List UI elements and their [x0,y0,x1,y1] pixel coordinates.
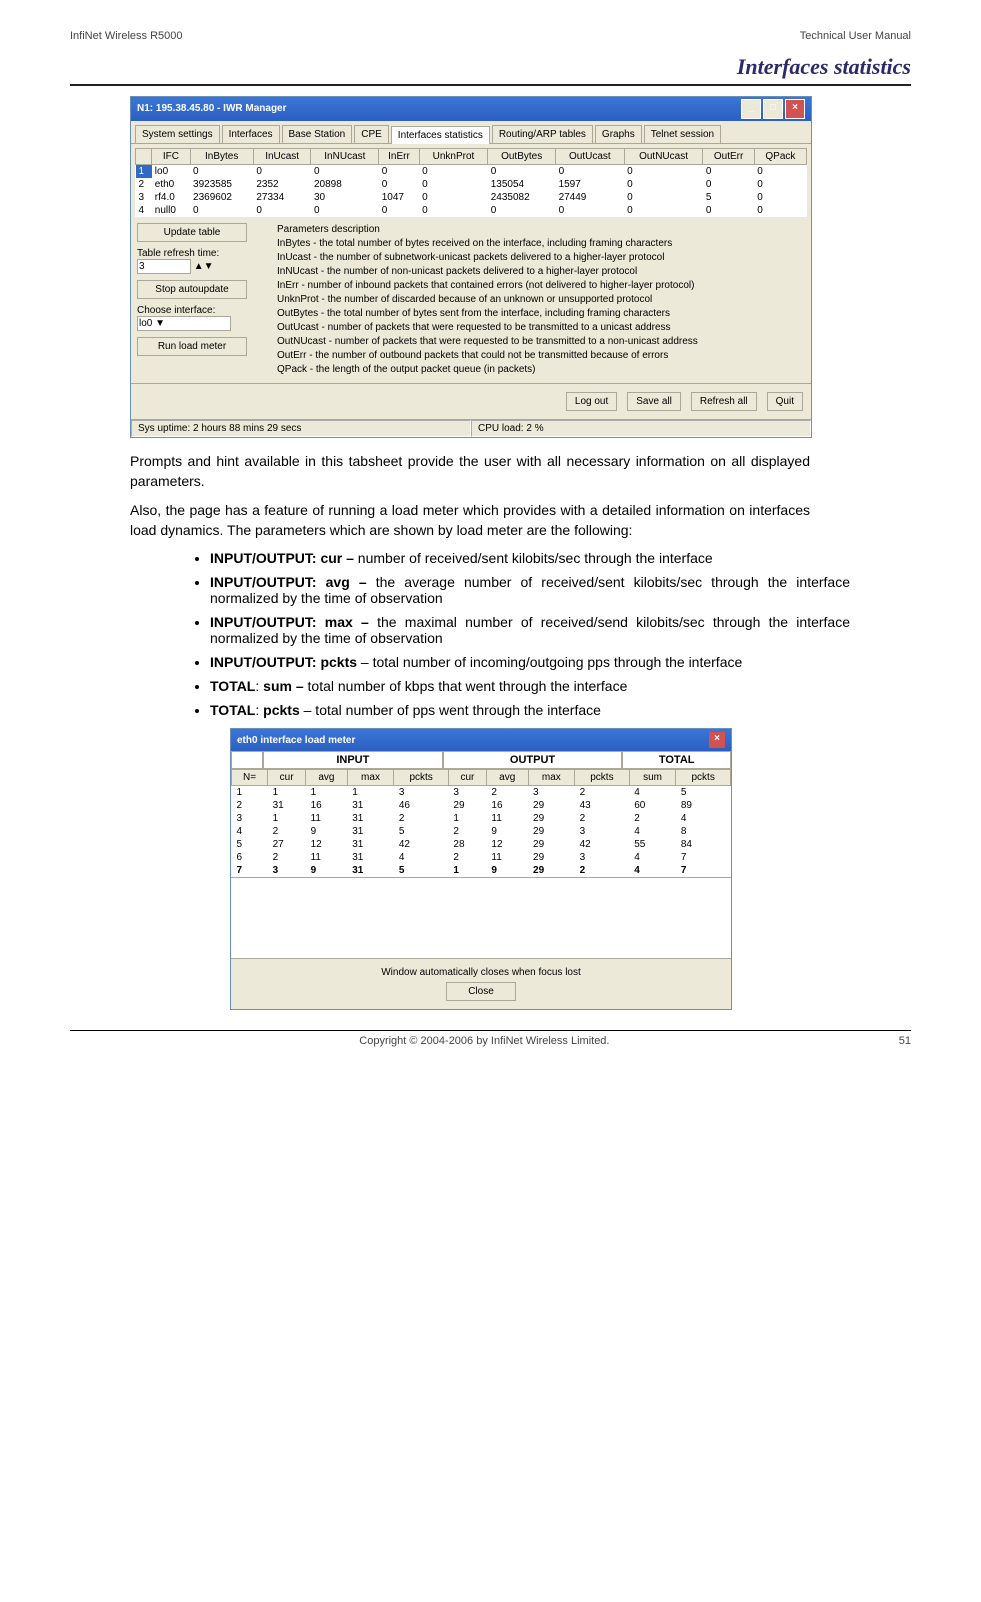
tab-interfaces-statistics[interactable]: Interfaces statistics [391,126,490,144]
meter-col-header: max [347,770,394,786]
list-item: INPUT/OUTPUT: cur – number of received/s… [210,550,850,566]
maximize-icon[interactable]: □ [763,99,783,119]
meter-col-header: sum [629,770,676,786]
tab-cpe[interactable]: CPE [354,125,389,143]
stats-col-header: InBytes [190,149,253,165]
table-row: 11113323245 [232,786,731,800]
meter-group-total: TOTAL [622,751,731,769]
section-title: Interfaces statistics [70,54,911,86]
meter-col-header: avg [486,770,528,786]
meter-table: N=curavgmaxpcktscuravgmaxpcktssumpckts11… [231,769,731,877]
stats-col-header: OutNUcast [624,149,703,165]
table-row: 621131421129347 [232,851,731,864]
stats-col-header: InNUcast [311,149,379,165]
list-item: INPUT/OUTPUT: avg – the average number o… [210,574,850,606]
meter-col-header: cur [448,770,486,786]
tab-routing-arp-tables[interactable]: Routing/ARP tables [492,125,593,143]
table-row[interactable]: 2eth03923585235220898001350541597000 [136,178,807,191]
footer-center: Copyright © 2004-2006 by InfiNet Wireles… [359,1035,609,1047]
desc-line: InNUcast - the number of non-unicast pac… [277,265,799,279]
list-item: INPUT/OUTPUT: pckts – total number of in… [210,654,850,670]
refresh-time-input[interactable] [137,259,191,274]
meter-col-header: N= [232,770,268,786]
stats-col-header: OutUcast [556,149,625,165]
tab-graphs[interactable]: Graphs [595,125,642,143]
stats-col-header: OutErr [703,149,754,165]
desc-line: OutNUcast - number of packets that were … [277,335,799,349]
stats-col-header [136,149,152,165]
desc-line: QPack - the length of the output packet … [277,363,799,377]
log-out-button[interactable]: Log out [566,392,617,411]
refresh-all-button[interactable]: Refresh all [691,392,757,411]
meter-col-header: max [528,770,575,786]
save-all-button[interactable]: Save all [627,392,681,411]
refresh-time-label: Table refresh time: [137,248,267,259]
list-item: TOTAL: pckts – total number of pps went … [210,702,850,718]
prose-paragraph: Also, the page has a feature of running … [130,501,810,540]
stats-col-header: InUcast [253,149,311,165]
bottom-buttons: Log out Save all Refresh all Quit [131,383,811,419]
table-row[interactable]: 4null00000000000 [136,204,807,217]
table-row: 527123142281229425584 [232,838,731,851]
table-row: 231163146291629436089 [232,799,731,812]
window-title-bar: N1: 195.38.45.80 - IWR Manager _ □ × [131,97,811,121]
close-button[interactable]: Close [446,982,516,1001]
stats-col-header: IFC [152,149,190,165]
desc-line: UnknProt - the number of discarded becau… [277,293,799,307]
desc-line: OutUcast - number of packets that were r… [277,321,799,335]
list-item: TOTAL: sum – total number of kbps that w… [210,678,850,694]
meter-group-output: OUTPUT [443,751,623,769]
prose-paragraph: Prompts and hint available in this tabsh… [130,452,810,491]
update-table-button[interactable]: Update table [137,223,247,242]
desc-line: InUcast - the number of subnetwork-unica… [277,251,799,265]
stats-col-header: QPack [754,149,806,165]
table-row[interactable]: 1lo00000000000 [136,165,807,179]
minimize-icon[interactable]: _ [741,99,761,119]
desc-line: OutErr - the number of outbound packets … [277,349,799,363]
stats-col-header: InErr [379,149,419,165]
table-row: 311131211129224 [232,812,731,825]
header-left: InfiNet Wireless R5000 [70,30,183,42]
tab-interfaces[interactable]: Interfaces [222,125,280,143]
desc-line: OutBytes - the total number of bytes sen… [277,307,799,321]
table-row: 7393151929247 [232,864,731,877]
stats-table: IFCInBytesInUcastInNUcastInErrUnknProtOu… [135,148,807,217]
desc-line: InErr - number of inbound packets that c… [277,279,799,293]
tab-system-settings[interactable]: System settings [135,125,220,143]
run-load-meter-button[interactable]: Run load meter [137,337,247,356]
table-row[interactable]: 3rf4.02369602273343010470243508227449050 [136,191,807,204]
window-title: N1: 195.38.45.80 - IWR Manager [137,97,287,121]
meter-group-input: INPUT [263,751,443,769]
interface-select[interactable]: lo0 ▼ [137,316,231,331]
status-uptime: Sys uptime: 2 hours 88 mins 29 secs [131,420,471,437]
meter-col-header: pckts [575,770,630,786]
meter-col-header: cur [268,770,306,786]
header-right: Technical User Manual [800,30,911,42]
meter-col-header: pckts [676,770,731,786]
tabs-bar: System settingsInterfacesBase StationCPE… [131,121,811,144]
stats-col-header: UnknProt [419,149,488,165]
meter-col-header: avg [306,770,348,786]
status-cpu: CPU load: 2 % [471,420,811,437]
tab-telnet-session[interactable]: Telnet session [644,125,721,143]
bullet-list: INPUT/OUTPUT: cur – number of received/s… [170,550,850,718]
load-meter-window: eth0 interface load meter × INPUT OUTPUT… [230,728,732,1010]
iwr-manager-window: N1: 195.38.45.80 - IWR Manager _ □ × Sys… [130,96,812,438]
choose-interface-label: Choose interface: [137,305,267,316]
parameters-description: Parameters description InBytes - the tot… [277,223,805,377]
stats-col-header: OutBytes [488,149,556,165]
desc-line: InBytes - the total number of bytes rece… [277,237,799,251]
list-item: INPUT/OUTPUT: max – the maximal number o… [210,614,850,646]
table-row: 4293152929348 [232,825,731,838]
stop-autoupdate-button[interactable]: Stop autoupdate [137,280,247,299]
close-icon[interactable]: × [709,732,725,748]
meter-window-title: eth0 interface load meter [237,735,355,746]
close-icon[interactable]: × [785,99,805,119]
meter-col-header: pckts [394,770,449,786]
page-number: 51 [899,1035,911,1047]
tab-base-station[interactable]: Base Station [282,125,353,143]
meter-footer-text: Window automatically closes when focus l… [239,967,723,978]
quit-button[interactable]: Quit [767,392,803,411]
